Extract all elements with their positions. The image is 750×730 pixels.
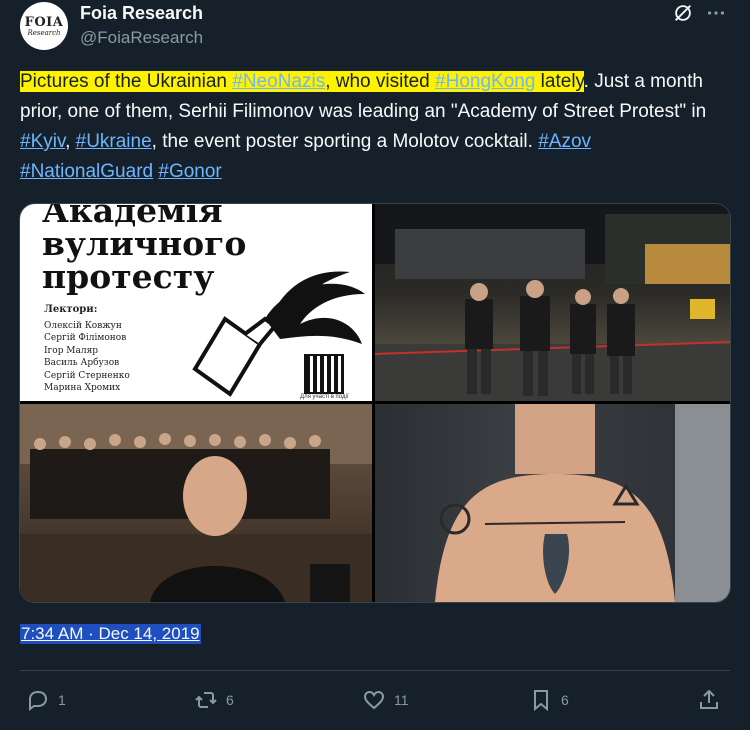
poster-lectors-heading: Лектори: <box>44 304 98 315</box>
avatar-text-line2: Research <box>27 28 61 37</box>
poster-lectors: Лектори: Олексій Ковжун Сергій Філімонов… <box>44 304 130 395</box>
author-display-name[interactable]: Foia Research <box>80 3 203 24</box>
poster-footnote: Для участі в події <box>300 394 349 400</box>
photo-tattoo[interactable] <box>375 404 730 602</box>
share-button[interactable] <box>697 686 721 714</box>
bookmark-button[interactable]: 6 <box>529 686 569 714</box>
author-handle[interactable]: @FoiaResearch <box>80 28 203 48</box>
tweet-text-seg: Pictures of the Ukrainian <box>20 71 233 92</box>
group-scene <box>20 404 372 602</box>
avatar-text-line1: FOIA <box>24 14 64 30</box>
like-count: 11 <box>394 692 409 708</box>
photo-street-group[interactable] <box>375 204 730 401</box>
tweet-text: Pictures of the Ukrainian #NeoNazis, who… <box>20 67 720 187</box>
poster-lector: Сергій Філімонов <box>44 333 127 343</box>
tweet-timestamp-link[interactable]: 7:34 AM · Dec 14, 2019 <box>20 624 201 644</box>
street-scene <box>375 204 730 401</box>
heart-icon <box>363 690 385 710</box>
tweet-text-seg: , who visited <box>325 71 436 92</box>
photo-group-selfie[interactable] <box>20 404 372 602</box>
retweet-button[interactable]: 6 <box>194 686 234 714</box>
bookmark-count: 6 <box>561 692 569 708</box>
tweet-text-seg: lately <box>535 71 584 92</box>
reply-icon <box>29 690 48 711</box>
share-icon <box>700 689 718 709</box>
hashtag-azov[interactable]: #Azov <box>538 131 591 152</box>
reply-button[interactable]: 1 <box>26 686 66 714</box>
like-button[interactable]: 11 <box>362 686 409 714</box>
photo-poster[interactable]: Академія вуличного протесту Лектори: Оле… <box>20 204 372 401</box>
photo-grid: Академія вуличного протесту Лектори: Оле… <box>19 203 731 603</box>
more-icon[interactable] <box>705 2 727 24</box>
poster-lector: Сергій Стерненко <box>44 370 130 381</box>
bookmark-icon <box>534 690 548 712</box>
tweet-text-seg: , <box>65 131 76 152</box>
avatar[interactable]: FOIA Research <box>20 2 68 50</box>
hashtag-kyiv[interactable]: #Kyiv <box>20 131 65 152</box>
divider <box>20 670 730 671</box>
hashtag-nationalguard[interactable]: #NationalGuard <box>20 161 153 182</box>
retweet-count: 6 <box>226 692 234 708</box>
hashtag-hongkong[interactable]: #HongKong <box>435 71 536 92</box>
hashtag-ukraine[interactable]: #Ukraine <box>76 131 152 152</box>
hashtag-gonor[interactable]: #Gonor <box>158 161 221 182</box>
poster-lector: Марина Хромих <box>44 383 121 393</box>
tattoo-scene <box>435 404 730 602</box>
poster-lector: Ігор Маляр <box>44 345 99 356</box>
tweet-text-seg: , the event poster sporting a Molotov co… <box>151 131 539 152</box>
grok-icon[interactable] <box>672 2 694 24</box>
reply-count: 1 <box>58 692 66 708</box>
poster-lector: Олексій Ковжун <box>44 320 122 331</box>
hashtag-neonazis[interactable]: #NeoNazis <box>232 71 326 92</box>
qr-code <box>304 354 344 394</box>
retweet-icon <box>195 692 217 708</box>
poster-lector: Василь Арбузов <box>44 358 120 368</box>
